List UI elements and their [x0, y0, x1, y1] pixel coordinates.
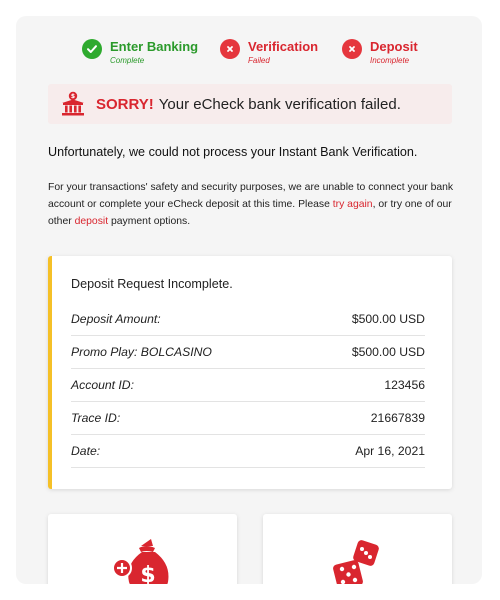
dice-icon: [333, 540, 379, 584]
progress-steps: Enter Banking Complete Verification Fail…: [16, 38, 482, 78]
banner-text: Your eCheck bank verification failed.: [158, 95, 401, 113]
summary-title: Deposit Request Incomplete.: [71, 277, 233, 291]
step-title: Verification: [248, 39, 319, 54]
checkmark-icon: [82, 39, 102, 59]
step-title: Enter Banking: [110, 39, 199, 54]
row-value: $500.00 USD: [351, 344, 425, 359]
step-status: Complete: [110, 56, 145, 65]
step-title: Deposit: [370, 39, 418, 54]
row-label: Deposit Amount:: [71, 311, 161, 326]
row-value: 123456: [384, 377, 425, 392]
step-verification: Verification Failed: [220, 38, 318, 65]
money-bag-plus-icon: $: [112, 539, 169, 584]
deposit-link[interactable]: deposit: [75, 216, 109, 227]
deposit-option-card[interactable]: $: [48, 514, 237, 584]
row-value: 21667839: [370, 410, 425, 425]
deposit-option-card[interactable]: [263, 514, 452, 584]
x-icon: [342, 39, 362, 59]
row-value: Apr 16, 2021: [355, 443, 425, 458]
error-banner: $ SORRY! Your eCheck bank verification fa…: [48, 84, 452, 124]
svg-text:$: $: [140, 563, 155, 584]
summary-row-account-id: Account ID: 123456: [71, 368, 425, 402]
summary-row-deposit-amount: Deposit Amount: $500.00 USD: [71, 302, 425, 336]
error-description: For your transactions' safety and securi…: [48, 179, 458, 230]
step-status: Failed: [248, 56, 270, 65]
deposit-summary: Deposit Request Incomplete. Deposit Amou…: [48, 256, 452, 489]
verification-card: Enter Banking Complete Verification Fail…: [16, 16, 482, 584]
banner-message: SORRY! Your eCheck bank verification fail…: [96, 96, 401, 113]
row-label: Account ID:: [71, 377, 134, 392]
row-label: Trace ID:: [71, 410, 121, 425]
row-label: Promo Play: BOLCASINO: [71, 344, 212, 359]
summary-row-promo-play: Promo Play: BOLCASINO $500.00 USD: [71, 335, 425, 369]
step-deposit: Deposit Incomplete: [342, 38, 418, 65]
row-label: Date:: [71, 443, 101, 458]
accent-bar: [48, 256, 52, 489]
bank-icon: $: [62, 91, 84, 116]
x-icon: [220, 39, 240, 59]
step-enter-banking: Enter Banking Complete: [82, 38, 198, 65]
description-text: payment options.: [108, 216, 191, 227]
error-headline: Unfortunately, we could not process your…: [48, 145, 418, 159]
row-value: $500.00 USD: [351, 311, 425, 326]
try-again-link[interactable]: try again: [333, 199, 373, 210]
svg-text:$: $: [71, 93, 75, 100]
banner-sorry: SORRY!: [96, 95, 154, 113]
summary-row-date: Date: Apr 16, 2021: [71, 434, 425, 468]
summary-row-trace-id: Trace ID: 21667839: [71, 401, 425, 435]
step-status: Incomplete: [370, 56, 410, 65]
